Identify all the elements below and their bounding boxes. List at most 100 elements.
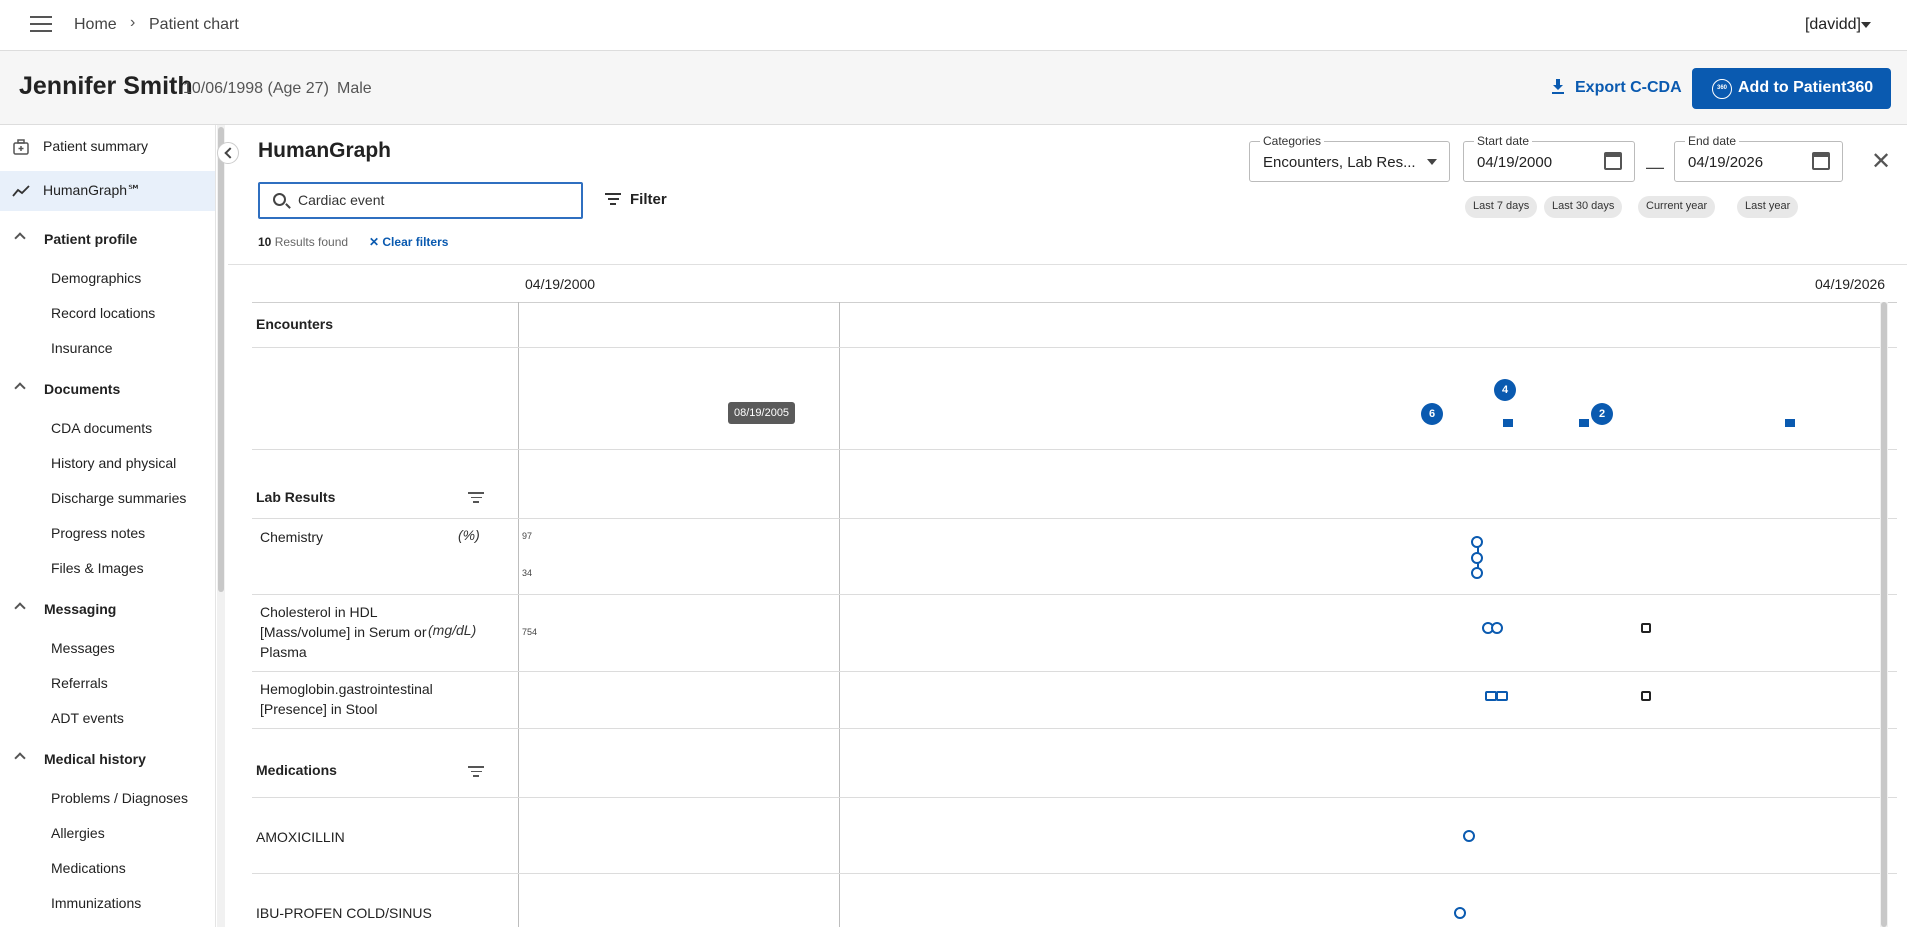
- main-content: HumanGraph Filter 10 Results found ✕ Cle…: [228, 125, 1907, 927]
- start-date-value: 04/19/2000: [1477, 154, 1553, 171]
- sidebar-item-insurance[interactable]: Insurance: [51, 340, 112, 356]
- categories-label: Categories: [1260, 134, 1325, 148]
- lab-row-unit: (mg/dL): [428, 622, 477, 638]
- sidebar-item-record-locations[interactable]: Record locations: [51, 305, 155, 321]
- sidebar-item-messages[interactable]: Messages: [51, 640, 115, 656]
- chevron-up-icon: [14, 752, 26, 764]
- grid-line: [252, 873, 1897, 874]
- chevron-up-icon: [14, 232, 26, 244]
- user-menu[interactable]: [davidd]: [1805, 16, 1861, 34]
- results-label: Results found: [271, 235, 349, 249]
- trend-line-icon: [12, 185, 30, 197]
- lab-result-marker[interactable]: [1471, 552, 1483, 564]
- encounter-count-badge[interactable]: 2: [1591, 403, 1613, 425]
- lab-result-marker[interactable]: [1471, 567, 1483, 579]
- lab-filter-icon[interactable]: [468, 492, 484, 504]
- search-input[interactable]: [298, 192, 568, 208]
- date-range-separator: —: [1646, 157, 1664, 177]
- search-icon: [273, 193, 286, 206]
- sidebar-item-allergies[interactable]: Allergies: [51, 825, 105, 841]
- chip-last-year[interactable]: Last year: [1737, 196, 1799, 218]
- sidebar: Patient summary HumanGraph℠ Patient prof…: [0, 125, 216, 927]
- sidebar-item-discharge-summaries[interactable]: Discharge summaries: [51, 490, 186, 506]
- export-ccda-button[interactable]: Export C-CDA: [1575, 79, 1682, 97]
- lab-result-marker[interactable]: [1641, 623, 1651, 633]
- scrollbar-thumb[interactable]: [1881, 302, 1887, 927]
- chip-last-7-days[interactable]: Last 7 days: [1465, 196, 1538, 218]
- close-icon[interactable]: ✕: [1871, 147, 1891, 176]
- sidebar-item-files-images[interactable]: Files & Images: [51, 560, 144, 576]
- briefcase-medical-icon: [13, 139, 29, 155]
- end-date-field[interactable]: End date 04/19/2026: [1674, 134, 1843, 182]
- sidebar-item-patient-summary[interactable]: Patient summary: [0, 127, 215, 167]
- sidebar-item-referrals[interactable]: Referrals: [51, 675, 108, 691]
- grid-line: [252, 728, 1897, 729]
- breadcrumb-patient-chart: Patient chart: [149, 16, 239, 33]
- end-date-value: 04/19/2026: [1688, 154, 1764, 171]
- chip-last-30-days[interactable]: Last 30 days: [1544, 196, 1623, 218]
- timeline-scrollbar[interactable]: [1880, 302, 1888, 927]
- medications-filter-icon[interactable]: [468, 766, 484, 778]
- sidebar-group-label: Patient profile: [44, 231, 138, 247]
- start-date-field[interactable]: Start date 04/19/2000: [1463, 134, 1635, 182]
- grid-line: [252, 449, 1897, 450]
- results-count: 10: [258, 235, 272, 249]
- encounter-count-badge[interactable]: 6: [1421, 403, 1443, 425]
- sidebar-item-medications[interactable]: Medications: [51, 860, 126, 876]
- sidebar-item-adt-events[interactable]: ADT events: [51, 710, 124, 726]
- patient360-icon: 360: [1712, 79, 1732, 99]
- add-to-patient360-button[interactable]: 360 Add to Patient360: [1692, 68, 1891, 109]
- lab-result-marker[interactable]: [1496, 691, 1508, 701]
- breadcrumb-home[interactable]: Home: [74, 16, 117, 34]
- categories-select[interactable]: Categories Encounters, Lab Res...: [1249, 134, 1450, 182]
- calendar-icon[interactable]: [1604, 152, 1622, 170]
- sidebar-item-cda-documents[interactable]: CDA documents: [51, 420, 152, 436]
- sidebar-group-messaging[interactable]: Messaging: [0, 594, 215, 626]
- sidebar-item-humangraph[interactable]: HumanGraph℠: [0, 171, 215, 211]
- sidebar-item-label: HumanGraph℠: [43, 182, 142, 198]
- grid-line: [839, 302, 840, 927]
- chevron-up-icon: [14, 382, 26, 394]
- hamburger-menu-icon[interactable]: [30, 16, 52, 34]
- sidebar-item-progress-notes[interactable]: Progress notes: [51, 525, 145, 541]
- lab-result-marker[interactable]: [1491, 622, 1503, 634]
- grid-line: [252, 671, 1897, 672]
- download-icon[interactable]: [1551, 79, 1565, 95]
- encounter-marker[interactable]: [1503, 419, 1513, 427]
- calendar-icon[interactable]: [1812, 152, 1830, 170]
- close-icon: ✕: [369, 235, 383, 249]
- sidebar-scrollbar[interactable]: [217, 125, 225, 927]
- lab-result-marker[interactable]: [1641, 691, 1651, 701]
- sidebar-item-immunizations[interactable]: Immunizations: [51, 895, 141, 911]
- date-tooltip: 08/19/2005: [728, 402, 796, 424]
- grid-line: [252, 594, 1897, 595]
- scrollbar-thumb[interactable]: [218, 127, 224, 592]
- filter-button[interactable]: Filter: [630, 191, 667, 208]
- clear-filters-button[interactable]: ✕ Clear filters: [369, 235, 448, 249]
- lab-result-marker[interactable]: [1471, 536, 1483, 548]
- sidebar-group-patient-profile[interactable]: Patient profile: [0, 224, 215, 256]
- sidebar-item-label: Patient summary: [43, 138, 149, 154]
- sidebar-item-history-physical[interactable]: History and physical: [51, 455, 176, 471]
- filter-icon[interactable]: [605, 193, 621, 207]
- grid-line: [252, 347, 1897, 348]
- grid-line: [252, 518, 1897, 519]
- encounter-marker[interactable]: [1785, 419, 1795, 427]
- caret-down-icon[interactable]: [1861, 22, 1871, 28]
- sidebar-item-demographics[interactable]: Demographics: [51, 270, 141, 286]
- sidebar-group-medical-history[interactable]: Medical history: [0, 744, 215, 776]
- search-box[interactable]: [258, 182, 583, 219]
- chip-current-year[interactable]: Current year: [1638, 196, 1716, 218]
- encounter-count-badge[interactable]: 4: [1494, 379, 1516, 401]
- sidebar-item-problems-diagnoses[interactable]: Problems / Diagnoses: [51, 790, 188, 806]
- divider: [228, 264, 1907, 265]
- tick-label: 97: [522, 531, 533, 541]
- sidebar-group-label: Documents: [44, 381, 121, 397]
- sidebar-group-documents[interactable]: Documents: [0, 374, 215, 406]
- encounter-marker[interactable]: [1579, 419, 1589, 427]
- grid-line: [252, 302, 1897, 303]
- timeline-end-date: 04/19/2026: [1815, 276, 1886, 292]
- medication-marker[interactable]: [1463, 830, 1475, 842]
- medication-marker[interactable]: [1454, 907, 1466, 919]
- section-lab-results: Lab Results: [256, 489, 336, 505]
